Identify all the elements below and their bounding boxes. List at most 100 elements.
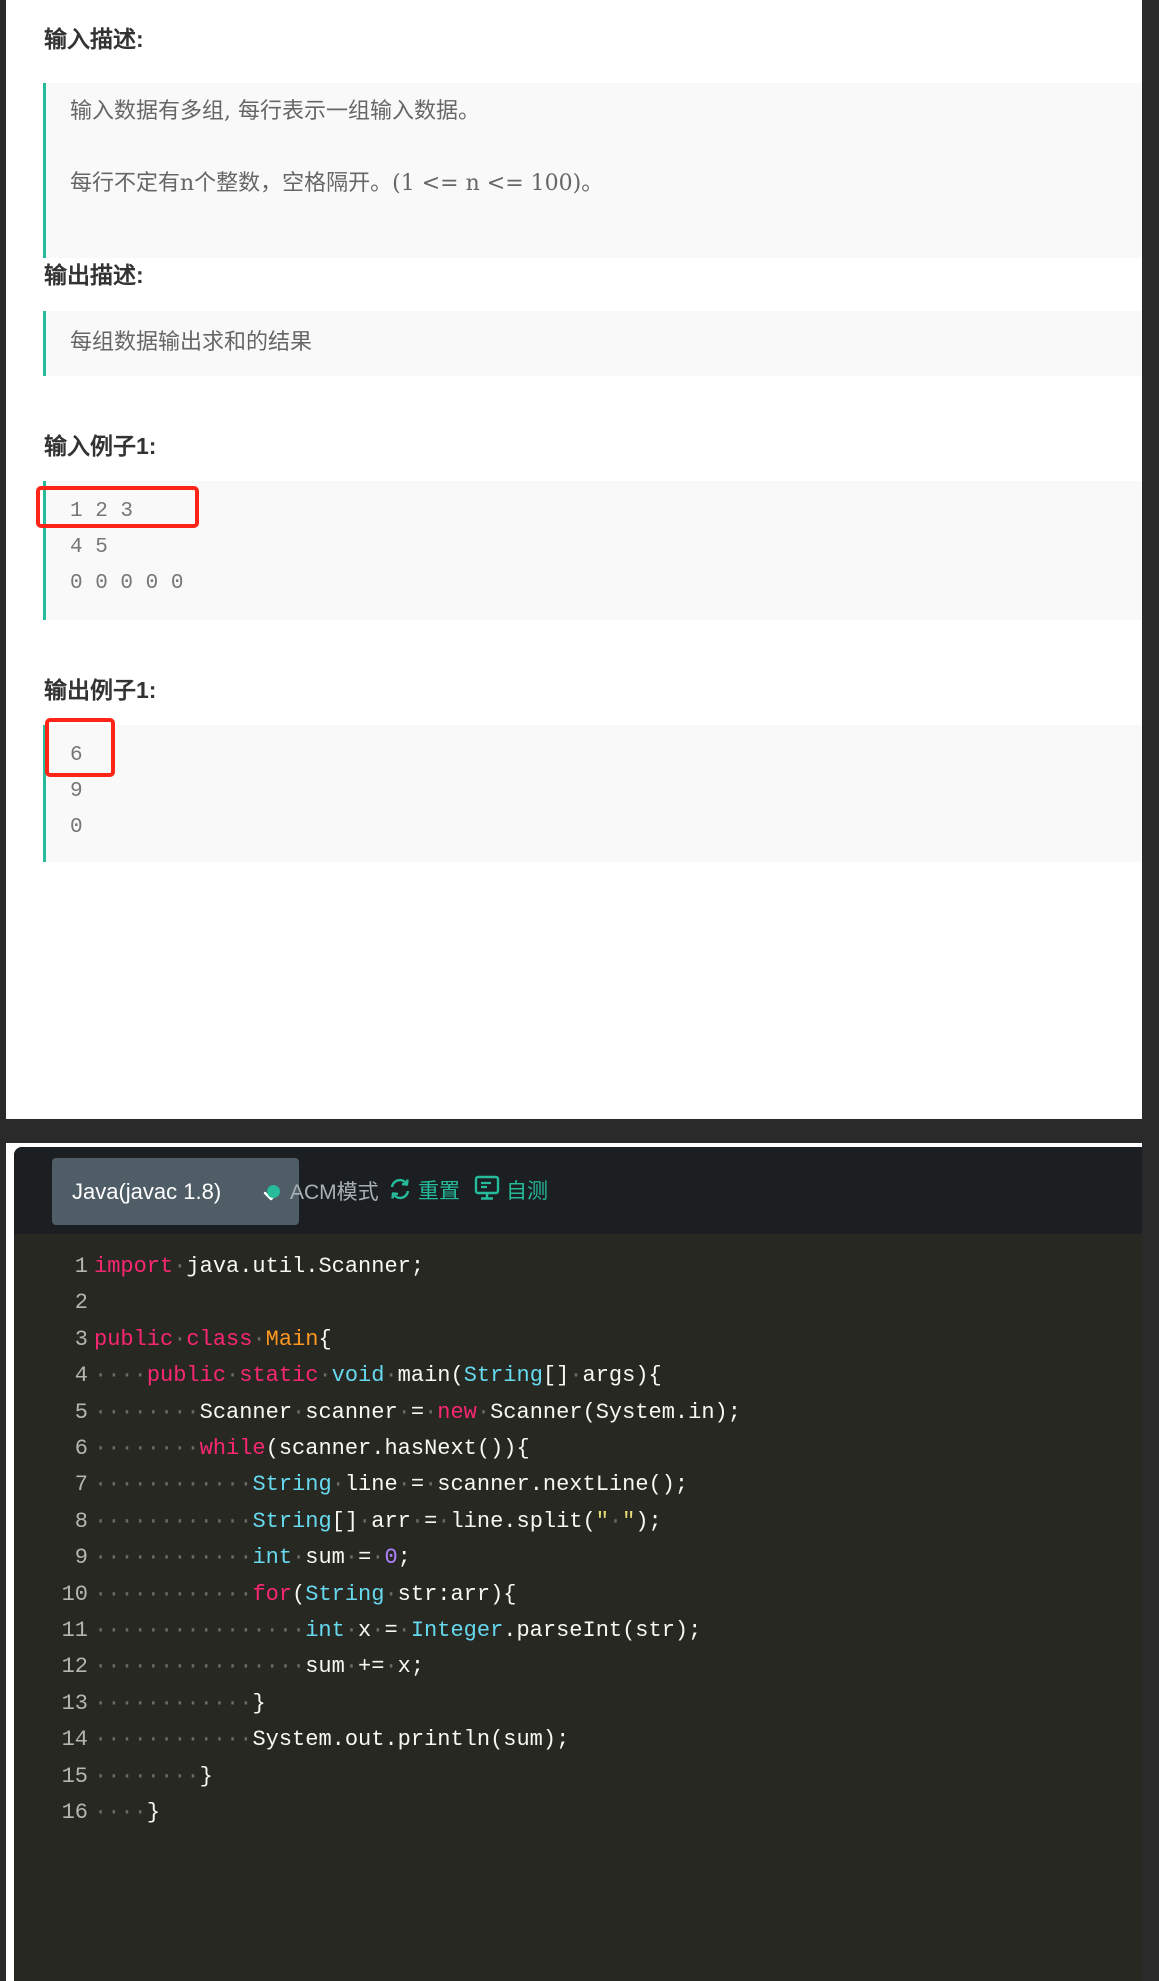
code-editor-frame: Java(javac 1.8) ACM模式 重置 自测 1 import·jav… xyxy=(6,1143,1142,1981)
input-example-heading: 输入例子1: xyxy=(44,433,157,459)
code-token: args){ xyxy=(582,1363,662,1389)
whitespace-marker: ········ xyxy=(94,1436,200,1461)
whitespace-marker: ···· xyxy=(94,1363,147,1389)
whitespace-marker: · xyxy=(476,1399,491,1425)
whitespace-marker: ············ xyxy=(94,1727,253,1753)
whitespace-marker: ···· xyxy=(94,1800,147,1825)
whitespace-marker: · xyxy=(371,1618,385,1643)
type-token: void xyxy=(331,1363,385,1389)
whitespace-marker: · xyxy=(344,1545,359,1571)
code-token: (scanner.hasNext()){ xyxy=(265,1436,530,1461)
whitespace-marker: · xyxy=(569,1363,583,1389)
whitespace-marker: · xyxy=(384,1581,398,1607)
reset-button[interactable]: 重置 xyxy=(388,1169,460,1205)
keyword-token: public xyxy=(94,1326,174,1352)
output-example-line: 6 xyxy=(70,744,83,767)
refresh-icon xyxy=(390,1178,410,1200)
code-token: } xyxy=(146,1800,161,1825)
type-token: String xyxy=(252,1472,332,1498)
input-example-block: 1 2 3 4 5 0 0 0 0 0 xyxy=(43,481,1142,620)
code-token: } xyxy=(199,1763,213,1789)
whitespace-marker: · xyxy=(344,1654,359,1680)
mode-label: ACM模式 xyxy=(290,1181,379,1204)
type-token: Integer xyxy=(410,1618,504,1643)
whitespace-marker: · xyxy=(292,1399,306,1425)
output-example-line: 0 xyxy=(70,816,83,839)
whitespace-marker: · xyxy=(397,1618,411,1643)
type-token: int xyxy=(252,1545,293,1571)
whitespace-marker: · xyxy=(358,1508,372,1534)
code-token: Scanner(System.in); xyxy=(490,1399,741,1425)
line-number: 16 xyxy=(61,1800,88,1825)
whitespace-marker: ········ xyxy=(94,1763,200,1789)
input-example-line: 0 0 0 0 0 xyxy=(70,572,184,595)
keyword-token: static xyxy=(239,1363,319,1389)
code-token: line xyxy=(344,1472,398,1498)
output-description-block: 每组数据输出求和的结果 xyxy=(43,311,1142,376)
code-token: main( xyxy=(397,1363,464,1389)
code-token: ); xyxy=(635,1508,662,1534)
monitor-icon xyxy=(474,1175,500,1200)
type-token: String xyxy=(463,1363,543,1389)
input-description-heading: 输入描述: xyxy=(44,26,144,52)
code-text: ····} xyxy=(94,1790,160,1836)
code-editor: Java(javac 1.8) ACM模式 重置 自测 1 import·jav… xyxy=(14,1147,1142,1981)
whitespace-marker: · xyxy=(397,1472,411,1498)
whitespace-marker: · xyxy=(371,1545,385,1571)
whitespace-marker: ················ xyxy=(94,1618,306,1643)
whitespace-marker: · xyxy=(397,1399,411,1425)
code-token: x; xyxy=(397,1654,425,1680)
code-text-area[interactable]: 1 import·java.util.Scanner; 2 3 public·class… xyxy=(14,1234,1142,1981)
whitespace-marker: · xyxy=(292,1545,306,1571)
code-token: sum xyxy=(305,1545,345,1571)
string-token: " xyxy=(622,1508,636,1534)
input-description-line: 每行不定有n个整数，空格隔开。(1 <= n <= 100)。 xyxy=(70,171,604,196)
code-token: sum xyxy=(305,1654,345,1680)
code-token: [] xyxy=(331,1508,359,1534)
output-example-line: 9 xyxy=(70,780,83,803)
code-token: .parseInt(str); xyxy=(503,1618,702,1643)
code-token: ; xyxy=(397,1545,411,1571)
class-name-token: Main xyxy=(265,1326,319,1352)
string-token: " xyxy=(595,1508,609,1534)
keyword-token: public xyxy=(146,1363,227,1389)
status-dot-icon xyxy=(267,1184,280,1198)
whitespace-marker: · xyxy=(173,1326,187,1352)
code-token: = xyxy=(358,1545,372,1571)
whitespace-marker: · xyxy=(344,1618,359,1643)
output-description-line: 每组数据输出求和的结果 xyxy=(70,330,313,355)
code-line[interactable]: 16 ····} xyxy=(14,1790,1142,1836)
code-token: [] xyxy=(542,1363,570,1389)
editor-toolbar: Java(javac 1.8) ACM模式 重置 自测 xyxy=(14,1147,1142,1234)
problem-description-panel: 输入描述: 输入数据有多组, 每行表示一组输入数据。 每行不定有n个整数，空格隔… xyxy=(6,0,1142,1119)
whitespace-marker: · xyxy=(318,1363,332,1389)
self-test-label: 自测 xyxy=(506,1180,548,1203)
whitespace-marker: · xyxy=(384,1654,398,1680)
whitespace-marker: · xyxy=(424,1399,438,1425)
acm-mode-indicator[interactable]: ACM模式 xyxy=(267,1176,379,1206)
whitespace-marker: ············ xyxy=(94,1508,253,1534)
whitespace-marker: ········ xyxy=(94,1399,200,1425)
type-token: String xyxy=(305,1581,385,1607)
keyword-token: class xyxy=(186,1326,253,1352)
code-token: = xyxy=(424,1508,438,1534)
language-select[interactable]: Java(javac 1.8) xyxy=(52,1158,299,1225)
code-token: += xyxy=(358,1654,385,1680)
code-token: Scanner xyxy=(199,1399,293,1425)
keyword-token: while xyxy=(199,1436,266,1461)
whitespace-marker: ············ xyxy=(94,1545,253,1571)
whitespace-marker: · xyxy=(424,1472,438,1498)
code-token: str:arr){ xyxy=(397,1581,517,1607)
keyword-token: import xyxy=(94,1254,174,1279)
code-token: java.util.Scanner; xyxy=(186,1254,425,1279)
keyword-token: for xyxy=(252,1581,293,1607)
code-token: { xyxy=(318,1326,332,1352)
whitespace-marker: · xyxy=(410,1508,425,1534)
number-token: 0 xyxy=(384,1545,398,1571)
whitespace-marker: · xyxy=(384,1363,398,1389)
code-token: scanner.nextLine(); xyxy=(437,1472,689,1498)
code-token: = xyxy=(410,1399,425,1425)
code-token: } xyxy=(252,1690,266,1716)
keyword-token: new xyxy=(437,1399,477,1425)
self-test-button[interactable]: 自测 xyxy=(474,1169,548,1205)
